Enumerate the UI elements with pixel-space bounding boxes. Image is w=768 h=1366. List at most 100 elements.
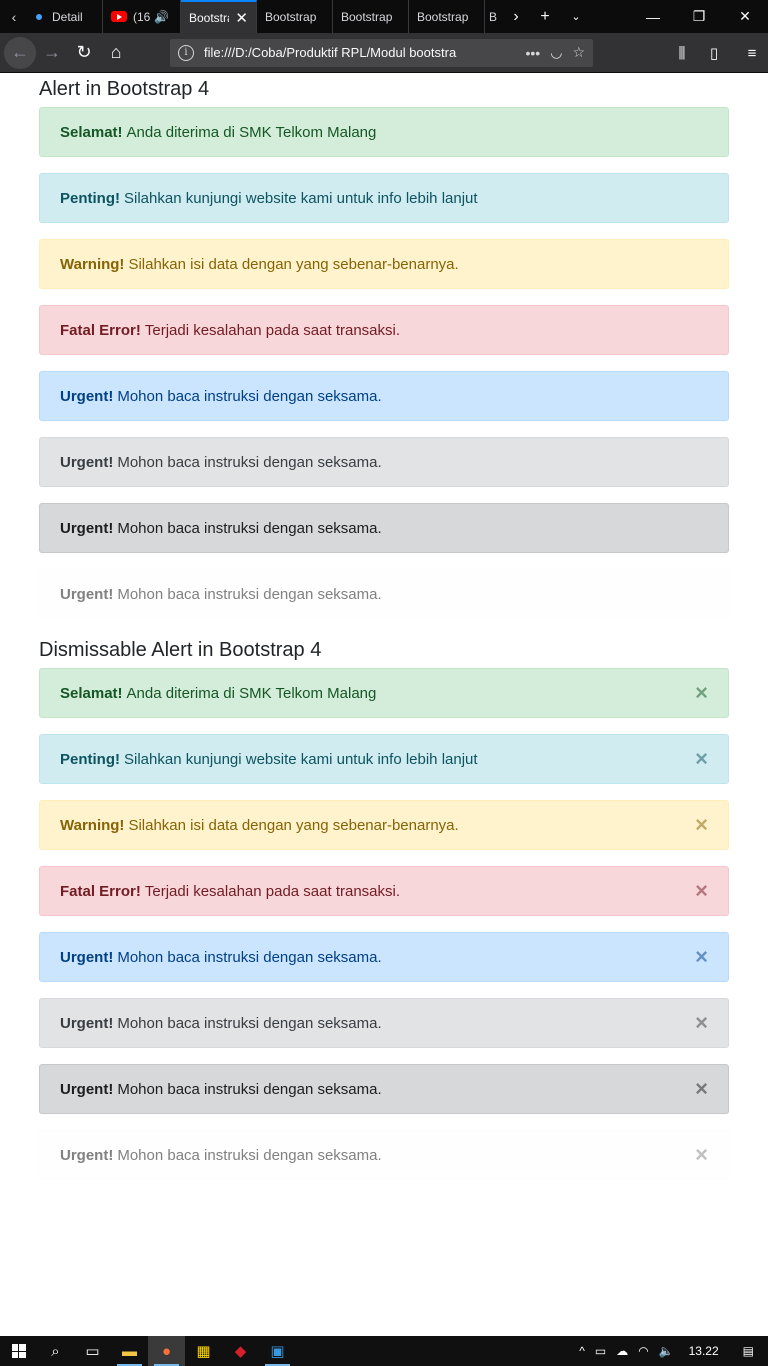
tab-title: Bootstra	[189, 10, 230, 25]
search-icon[interactable]: ⌕	[37, 1336, 74, 1366]
alert-text: Mohon baca instruksi dengan seksama.	[117, 519, 382, 537]
home-icon[interactable]: ⌂	[100, 37, 132, 69]
close-tab-icon[interactable]: ✕	[235, 9, 248, 27]
page-actions-icon[interactable]: •••	[526, 45, 541, 61]
reload-icon[interactable]: ↻	[68, 37, 100, 69]
alert-text: Mohon baca instruksi dengan seksama.	[117, 453, 382, 471]
alert-danger: Fatal Error! Terjadi kesalahan pada saat…	[39, 305, 729, 355]
alert-text: Silahkan kunjungi website kami untuk inf…	[124, 750, 478, 768]
alert-warning: Warning! Silahkan isi data dengan yang s…	[39, 239, 729, 289]
library-icon[interactable]: ⫼	[666, 37, 698, 69]
tab-title: Bootstrap	[265, 9, 317, 24]
section-title-alerts: Alert in Bootstrap 4	[39, 78, 210, 100]
battery-icon[interactable]: ▭	[590, 1336, 611, 1366]
speaker-icon[interactable]: 🔊	[154, 10, 169, 24]
alert-text: Mohon baca instruksi dengan seksama.	[117, 1146, 382, 1164]
alert-strong: Penting!	[60, 750, 120, 768]
close-alert-icon[interactable]: ×	[695, 880, 708, 902]
tab-list-chevron-icon[interactable]: ⌄	[563, 0, 589, 33]
alert-text: Mohon baca instruksi dengan seksama.	[117, 948, 382, 966]
tab-scroll-right-icon[interactable]: ›	[505, 0, 527, 33]
alert-strong: Urgent!	[60, 1146, 114, 1164]
menu-hamburger-icon[interactable]: ≡	[736, 37, 768, 69]
start-button[interactable]	[0, 1336, 37, 1366]
alert-success: Selamat! Anda diterima di SMK Telkom Mal…	[39, 107, 729, 157]
tab-favicon-icon	[36, 13, 42, 20]
sidebar-icon[interactable]: ▯	[698, 37, 730, 69]
forward-arrow-icon[interactable]: →	[36, 37, 68, 69]
minimize-icon[interactable]: —	[630, 0, 676, 33]
task-view-icon[interactable]: ▭	[74, 1336, 111, 1366]
alert-strong: Fatal Error!	[60, 321, 141, 339]
alert-text: Mohon baca instruksi dengan seksama.	[117, 387, 382, 405]
wifi-icon[interactable]: ◠	[633, 1336, 653, 1366]
tab-title: Bootstrap	[341, 9, 393, 24]
app-window-icon[interactable]: ▣	[259, 1336, 296, 1366]
volume-icon[interactable]: 🔈	[654, 1336, 679, 1366]
alert-strong: Warning!	[60, 816, 125, 834]
tab-bootstrap[interactable]: Bootstrap	[333, 0, 409, 33]
alert-strong: Urgent!	[60, 585, 114, 603]
notification-icon[interactable]: ▤	[729, 1336, 768, 1366]
close-alert-icon[interactable]: ×	[695, 814, 708, 836]
pocket-icon[interactable]: ◡	[550, 44, 562, 61]
alert-strong: Urgent!	[60, 1080, 114, 1098]
alert-strong: Warning!	[60, 255, 125, 273]
firefox-icon[interactable]: ●	[148, 1336, 185, 1366]
alert-strong: Selamat!	[60, 684, 123, 702]
close-alert-icon[interactable]: ×	[695, 1144, 708, 1166]
alert-text: Silahkan isi data dengan yang sebenar-be…	[128, 816, 459, 834]
store-icon[interactable]: ▦	[185, 1336, 222, 1366]
alert-strong: Fatal Error!	[60, 882, 141, 900]
cloud-icon[interactable]: ☁	[611, 1336, 633, 1366]
file-explorer-icon[interactable]: ▬	[111, 1336, 148, 1366]
tab-youtube[interactable]: (16 🔊	[103, 0, 181, 33]
dismissable-alert-light: Urgent! Mohon baca instruksi dengan seks…	[39, 1130, 729, 1180]
dismissable-alert-info: Penting! Silahkan kunjungi website kami …	[39, 734, 729, 784]
restore-icon[interactable]: ❐	[676, 0, 722, 33]
browser-tab-bar: ‹ Detail (16 🔊 Bootstra ✕ Bootstrap Boot…	[0, 0, 768, 33]
alert-strong: Urgent!	[60, 1014, 114, 1032]
alert-strong: Urgent!	[60, 948, 114, 966]
url-text[interactable]: file:///D:/Coba/Produktif RPL/Modul boot…	[204, 45, 516, 60]
tab-detail[interactable]: Detail	[28, 0, 103, 33]
bookmark-star-icon[interactable]: ☆	[572, 44, 585, 61]
page-info-icon[interactable]: i	[178, 44, 194, 61]
windows-taskbar: ⌕ ▭ ▬ ● ▦ ◆ ▣ ^ ▭ ☁ ◠ 🔈 13.22 ▤	[0, 1336, 768, 1366]
back-arrow-icon[interactable]: ←	[4, 36, 36, 69]
dismissable-alert-primary: Urgent! Mohon baca instruksi dengan seks…	[39, 932, 729, 982]
tab-title: Detail	[52, 9, 83, 24]
close-alert-icon[interactable]: ×	[695, 1078, 708, 1100]
alert-strong: Urgent!	[60, 387, 114, 405]
tab-bootstrap[interactable]: Bootstrap	[257, 0, 333, 33]
alert-strong: Penting!	[60, 189, 120, 207]
close-window-icon[interactable]: ✕	[722, 0, 768, 33]
alert-text: Terjadi kesalahan pada saat transaksi.	[144, 321, 401, 339]
tab-partial[interactable]: B	[485, 0, 505, 33]
alert-text: Anda diterima di SMK Telkom Malang	[126, 123, 377, 141]
browser-nav-bar: ← → ↻ ⌂ i file:///D:/Coba/Produktif RPL/…	[0, 33, 768, 73]
close-alert-icon[interactable]: ×	[695, 748, 708, 770]
alert-text: Terjadi kesalahan pada saat transaksi.	[144, 882, 401, 900]
close-alert-icon[interactable]: ×	[695, 1012, 708, 1034]
close-alert-icon[interactable]: ×	[695, 682, 708, 704]
tab-scroll-left-icon[interactable]: ‹	[0, 0, 28, 33]
tab-bootstrap[interactable]: Bootstrap	[409, 0, 485, 33]
tab-title: Bootstrap	[417, 9, 469, 24]
close-alert-icon[interactable]: ×	[695, 946, 708, 968]
alert-text: Silahkan kunjungi website kami untuk inf…	[124, 189, 478, 207]
alert-text: Mohon baca instruksi dengan seksama.	[117, 1080, 382, 1098]
clock[interactable]: 13.22	[679, 1336, 729, 1366]
dismissable-alert-warning: Warning! Silahkan isi data dengan yang s…	[39, 800, 729, 850]
url-bar[interactable]: i file:///D:/Coba/Produktif RPL/Modul bo…	[170, 38, 593, 67]
tray-chevron-icon[interactable]: ^	[574, 1336, 590, 1366]
tab-bootstrap-active[interactable]: Bootstra ✕	[181, 0, 257, 33]
alert-text: Anda diterima di SMK Telkom Malang	[126, 684, 377, 702]
page-content: Alert in Bootstrap 4 Selamat! Anda diter…	[39, 73, 729, 1196]
windows-logo-icon	[11, 1344, 26, 1358]
tab-title: (16	[133, 9, 151, 24]
new-tab-icon[interactable]: +	[527, 0, 563, 33]
youtube-icon	[111, 11, 127, 22]
app-red-icon[interactable]: ◆	[222, 1336, 259, 1366]
alert-text: Mohon baca instruksi dengan seksama.	[117, 1014, 382, 1032]
